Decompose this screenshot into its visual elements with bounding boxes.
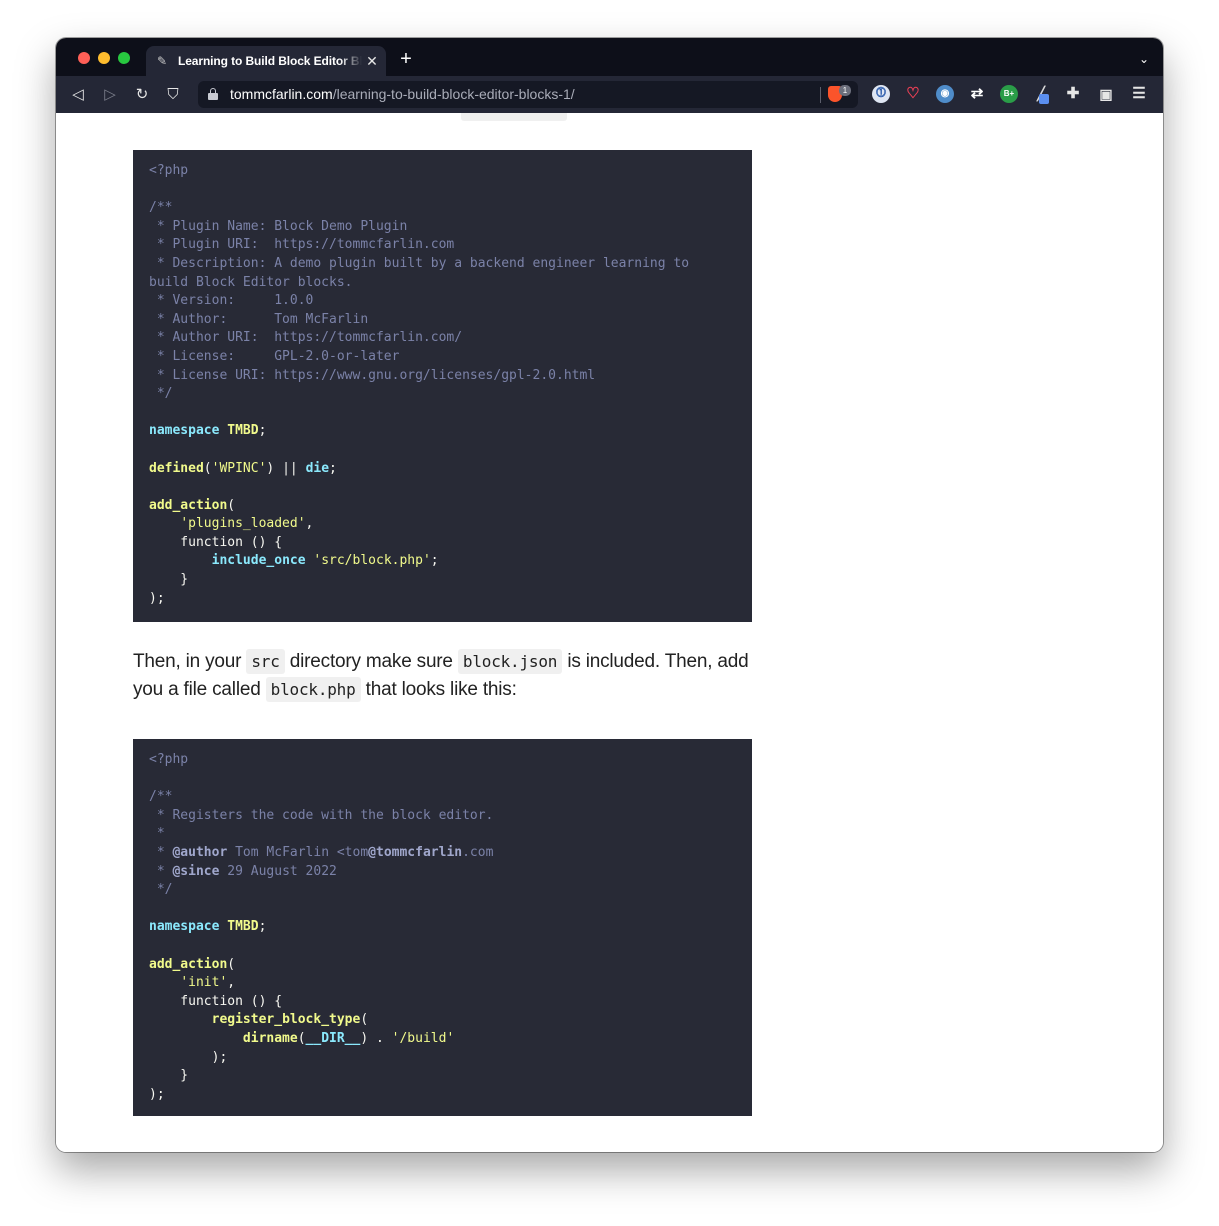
- url-host: tommcfarlin.com: [230, 86, 333, 102]
- code-line: 'init',: [180, 975, 236, 991]
- shield-count-badge: 1: [839, 85, 851, 96]
- puzzle-icon[interactable]: ✚: [1064, 85, 1082, 103]
- lock-icon[interactable]: [208, 88, 218, 100]
- code-line: register_block_type(: [211, 1012, 369, 1028]
- paragraph-text: directory make sure: [284, 651, 458, 672]
- body-paragraph: Then, in your src directory make sure bl…: [133, 648, 758, 704]
- browser-window: ✎ Learning to Build Block Editor Blocks …: [56, 38, 1163, 1152]
- code-line: function () {: [149, 534, 283, 550]
- site-favicon-icon: ✎: [156, 54, 168, 68]
- code-line: * Description: A demo plugin built by a …: [149, 255, 690, 271]
- code-line: * Version: 1.0.0: [149, 293, 314, 309]
- page-content: <?php /** * Plugin Name: Block Demo Plug…: [56, 113, 1163, 1152]
- code-line: * Registers the code with the block edit…: [149, 807, 494, 823]
- tab-list-chevron-icon[interactable]: ⌄: [1137, 52, 1151, 66]
- code-line: function () {: [149, 993, 283, 1009]
- new-tab-button[interactable]: +: [396, 49, 416, 69]
- close-window-button[interactable]: [78, 52, 90, 64]
- tab-close-icon[interactable]: ✕: [364, 53, 380, 69]
- code-line: add_action(: [149, 497, 236, 513]
- inline-code: block.php: [265, 677, 361, 702]
- tab-bar: ✎ Learning to Build Block Editor Blocks …: [56, 38, 1163, 76]
- code-line: */: [149, 386, 173, 402]
- url-separator: [820, 87, 821, 103]
- code-line: * @author Tom McFarlin <tom@tommcfarlin.…: [149, 844, 494, 860]
- tab-title: Learning to Build Block Editor Blocks: [178, 54, 362, 68]
- code-line: * Author URI: https://tommcfarlin.com/: [149, 330, 463, 346]
- code-line: <?php: [149, 752, 189, 767]
- code-block-2-code: <?php /** * Registers the code with the …: [149, 751, 752, 1104]
- code-line: * Plugin Name: Block Demo Plugin: [149, 218, 408, 234]
- code-block-1-code: <?php /** * Plugin Name: Block Demo Plug…: [149, 162, 752, 608]
- code-line: namespace TMBD;: [149, 423, 267, 439]
- menu-icon[interactable]: ☰: [1130, 85, 1148, 103]
- wallet-icon[interactable]: ▣: [1097, 85, 1115, 103]
- code-line: namespace TMBD;: [149, 919, 267, 935]
- active-tab[interactable]: ✎ Learning to Build Block Editor Blocks …: [146, 46, 386, 76]
- url-text: tommcfarlin.com/learning-to-build-block-…: [230, 86, 575, 103]
- code-line: /**: [149, 200, 173, 216]
- code-line: }: [149, 1068, 189, 1084]
- back-icon[interactable]: ◁: [68, 85, 88, 105]
- address-bar[interactable]: tommcfarlin.com/learning-to-build-block-…: [198, 81, 858, 108]
- bookmark-icon[interactable]: ⛉: [163, 85, 183, 105]
- code-line: *: [149, 826, 165, 842]
- forward-icon[interactable]: ▷: [100, 85, 120, 105]
- inline-code: block.json: [457, 649, 563, 674]
- onepassword-icon[interactable]: ⓵: [872, 85, 890, 103]
- maximize-window-button[interactable]: [118, 52, 130, 64]
- code-line: * License URI: https://www.gnu.org/licen…: [149, 367, 596, 383]
- code-line: 'plugins_loaded',: [180, 516, 314, 532]
- code-line: dirname(__DIR__) . '/build': [242, 1030, 455, 1046]
- code-block-1: <?php /** * Plugin Name: Block Demo Plug…: [133, 150, 752, 622]
- brave-shield-icon[interactable]: 1: [828, 85, 851, 105]
- code-line: }: [149, 572, 189, 588]
- code-line: /**: [149, 789, 173, 805]
- code-block-2: <?php /** * Registers the code with the …: [133, 739, 752, 1116]
- paragraph-text: Then, in your: [133, 651, 247, 672]
- inline-code: src: [246, 649, 285, 674]
- code-line: */: [149, 882, 173, 898]
- pen-icon[interactable]: ╱: [1032, 85, 1050, 104]
- grammarly-icon[interactable]: B+: [1000, 85, 1018, 103]
- extension-icon[interactable]: ◉: [936, 85, 954, 103]
- url-path: /learning-to-build-block-editor-blocks-1…: [332, 86, 575, 102]
- code-line: * License: GPL-2.0-or-later: [149, 348, 400, 364]
- sync-icon[interactable]: ⇄: [968, 85, 986, 103]
- reload-icon[interactable]: ↻: [132, 85, 152, 105]
- code-line: * Plugin URI: https://tommcfarlin.com: [149, 237, 455, 253]
- minimize-window-button[interactable]: [98, 52, 110, 64]
- code-line: );: [149, 590, 165, 606]
- code-line: );: [149, 1086, 165, 1102]
- code-line: * @since 29 August 2022: [149, 863, 337, 879]
- inline-code-partial: [461, 113, 567, 121]
- paragraph-text: that looks like this:: [360, 679, 517, 700]
- code-line: add_action(: [149, 956, 236, 972]
- code-line: );: [149, 1049, 228, 1065]
- code-line: build Block Editor blocks.: [149, 274, 353, 290]
- code-line: include_once 'src/block.php';: [211, 553, 439, 569]
- code-line: * Author: Tom McFarlin: [149, 311, 369, 327]
- pocket-icon[interactable]: ♡: [904, 85, 922, 103]
- code-line: <?php: [149, 163, 189, 178]
- code-line: defined('WPINC') || die;: [149, 460, 337, 476]
- browser-toolbar: ◁ ▷ ↻ ⛉ tommcfarlin.com/learning-to-buil…: [56, 76, 1163, 113]
